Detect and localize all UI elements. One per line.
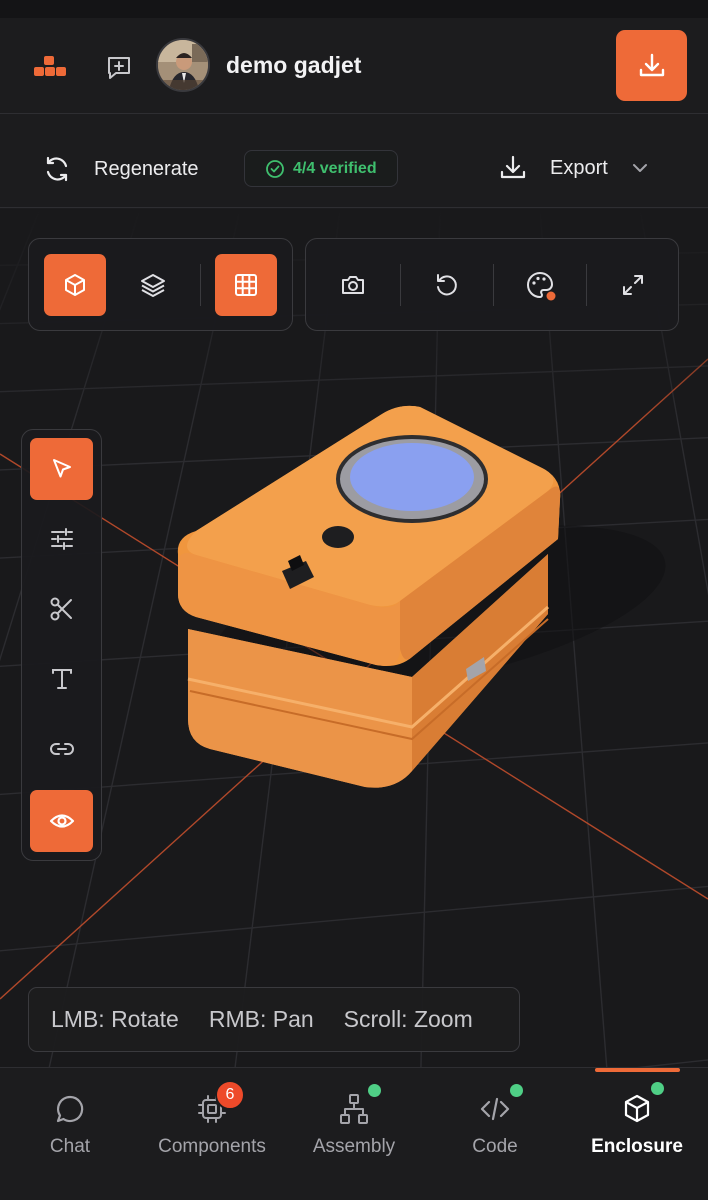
verified-label: 4/4 verified (293, 159, 377, 177)
user-avatar[interactable] (156, 38, 210, 92)
tab-label: Chat (49, 1136, 91, 1157)
solid-view-button[interactable] (44, 254, 106, 316)
3d-viewport[interactable]: LMB: Rotate RMB: Pan Scroll: Zoom (0, 209, 708, 1067)
download-button[interactable] (616, 30, 687, 101)
camera-icon (342, 276, 364, 294)
palette-icon (527, 272, 556, 301)
tab-assembly[interactable]: Assembly (284, 1068, 424, 1178)
project-title[interactable]: demo gadjet (226, 52, 361, 79)
tab-label: Code (472, 1136, 518, 1157)
hierarchy-icon (340, 1094, 368, 1124)
fullscreen-button[interactable] (602, 254, 664, 316)
new-chat-icon[interactable] (104, 52, 134, 82)
expand-icon (623, 275, 643, 295)
hint-pan: RMB: Pan (208, 1006, 314, 1032)
chevron-down-icon (632, 164, 647, 172)
chat-bubble-icon (56, 1095, 84, 1123)
tab-chat[interactable]: Chat (0, 1068, 140, 1178)
reset-icon (437, 274, 457, 296)
export-icon (500, 155, 526, 179)
view-mode-toolbar (28, 238, 293, 331)
export-dropdown[interactable]: Export (498, 153, 650, 183)
app-logo-icon[interactable] (30, 52, 70, 82)
action-bar: Regenerate 4/4 verified Export (0, 115, 708, 208)
toolbar-divider (200, 264, 201, 306)
refresh-icon (46, 156, 68, 182)
layers-button[interactable] (122, 254, 184, 316)
sliders-icon (50, 528, 73, 550)
tab-label: Components (158, 1136, 266, 1157)
link-tool-button[interactable] (30, 718, 93, 780)
check-circle-icon (266, 159, 284, 178)
tab-components[interactable]: 6 Components (142, 1068, 282, 1178)
hint-rotate: LMB: Rotate (51, 1006, 179, 1032)
regenerate-label: Regenerate (94, 157, 199, 180)
reset-view-button[interactable] (416, 254, 478, 316)
grid-toggle-button[interactable] (215, 254, 277, 316)
cube-icon (624, 1094, 650, 1123)
toolbar-divider (493, 264, 494, 306)
verified-badge[interactable]: 4/4 verified (244, 150, 398, 187)
bottom-nav: Chat 6 Components Assembly Code Enclosur… (0, 1067, 708, 1200)
cube-icon (65, 274, 85, 296)
status-strip (0, 0, 708, 18)
tab-code[interactable]: Code (425, 1068, 565, 1178)
text-tool-button[interactable] (30, 648, 93, 710)
ground-grid (0, 209, 708, 1067)
regenerate-button[interactable]: Regenerate (42, 153, 199, 185)
grid-icon (235, 274, 257, 296)
cursor-icon (52, 459, 71, 478)
tab-label: Enclosure (591, 1136, 683, 1157)
toolbar-divider (586, 264, 587, 306)
hint-zoom: Scroll: Zoom (343, 1006, 473, 1032)
adjust-tool-button[interactable] (30, 508, 93, 570)
text-icon (51, 669, 72, 689)
toolbar-divider (400, 264, 401, 306)
screenshot-button[interactable] (322, 254, 384, 316)
scissors-icon (50, 597, 72, 621)
tab-label: Assembly (312, 1136, 396, 1157)
status-dot (368, 1084, 381, 1097)
app-header: demo gadjet (0, 18, 708, 114)
cut-tool-button[interactable] (30, 578, 93, 640)
material-button[interactable] (509, 254, 571, 316)
export-label: Export (550, 156, 608, 179)
link-icon (49, 743, 74, 755)
eye-icon (49, 814, 74, 828)
edit-tools-sidebar (21, 429, 102, 861)
layers-icon (141, 274, 165, 297)
download-icon (639, 53, 664, 76)
code-icon (480, 1097, 510, 1121)
components-count-badge: 6 (215, 1080, 245, 1110)
visibility-toggle-button[interactable] (30, 790, 93, 852)
camera-toolbar (305, 238, 679, 331)
tab-enclosure[interactable]: Enclosure (567, 1068, 707, 1178)
controls-hint: LMB: Rotate RMB: Pan Scroll: Zoom (28, 987, 520, 1052)
status-dot (510, 1084, 523, 1097)
status-dot (651, 1082, 664, 1095)
select-tool-button[interactable] (30, 438, 93, 500)
